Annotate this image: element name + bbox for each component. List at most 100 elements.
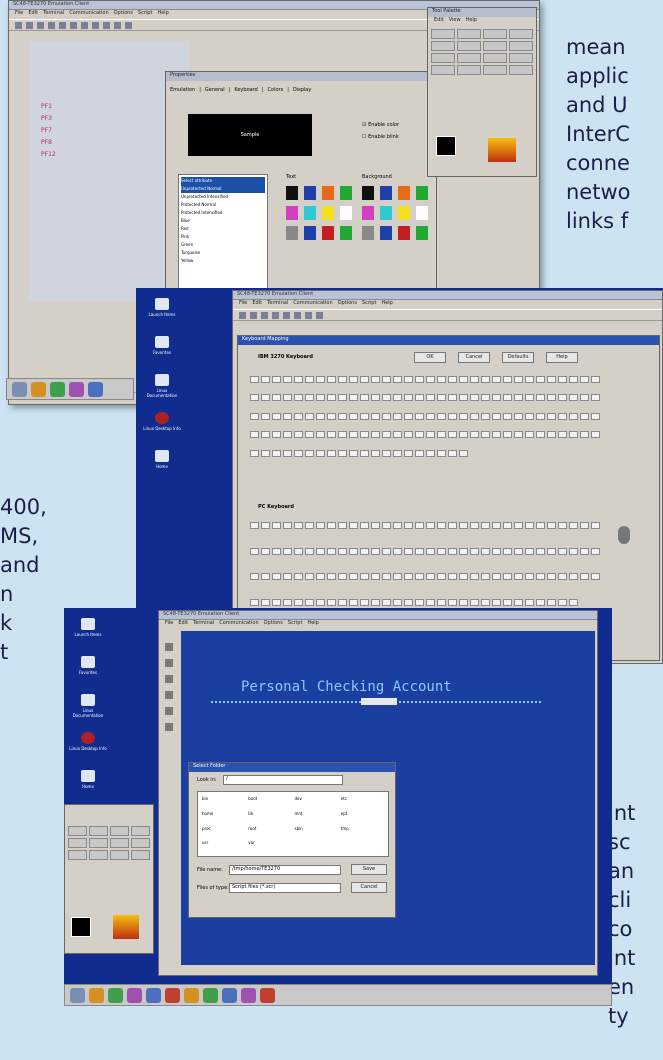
keyboard-key[interactable] [305, 431, 314, 439]
keyboard-key[interactable] [349, 522, 358, 529]
keyboard-key[interactable] [305, 376, 314, 383]
keyboard-key[interactable] [393, 573, 402, 580]
keyboard-key[interactable] [492, 431, 501, 439]
keyboard-key[interactable] [481, 394, 490, 402]
keyboard-key[interactable] [525, 394, 534, 402]
keyboard-key[interactable] [481, 376, 490, 383]
keyboard-key[interactable] [349, 376, 358, 383]
keyboard-key[interactable] [360, 598, 369, 606]
swatch[interactable] [416, 186, 428, 200]
keyboard-key[interactable] [558, 431, 567, 439]
keyboard-key[interactable] [448, 573, 457, 580]
keyboard-key[interactable] [382, 449, 391, 457]
keyboard-key[interactable] [382, 547, 391, 555]
swatch[interactable] [398, 226, 410, 240]
keyboard-key[interactable] [316, 573, 325, 580]
keyboard-key[interactable] [338, 598, 347, 606]
swatch[interactable] [340, 206, 352, 220]
menu-item[interactable]: Edit [252, 300, 262, 306]
keyboard-key[interactable] [503, 394, 512, 402]
keyboard-key[interactable] [514, 394, 523, 402]
keyboard-key[interactable] [426, 522, 435, 529]
swatch[interactable] [286, 206, 298, 220]
keyboard-key[interactable] [338, 449, 347, 457]
menu-item[interactable]: Options [264, 620, 283, 626]
keyboard-key[interactable] [459, 376, 468, 383]
taskbar-app-icon[interactable] [89, 988, 104, 1003]
swatch[interactable] [304, 206, 316, 220]
keyboard-key[interactable] [261, 376, 270, 383]
keyboard-key[interactable] [371, 394, 380, 402]
keyboard-key[interactable] [525, 412, 534, 420]
keyboard-key[interactable] [294, 412, 303, 420]
keyboard-key[interactable] [514, 547, 523, 555]
tool-icon[interactable] [165, 659, 173, 667]
keyboard-key[interactable] [569, 573, 578, 580]
keyboard-key[interactable] [316, 376, 325, 383]
keyboard-key[interactable] [393, 412, 402, 420]
color-swatch-fg[interactable] [436, 136, 456, 156]
brush-tool-icon[interactable] [110, 838, 129, 848]
swatch[interactable] [380, 186, 392, 200]
taskbar-app-icon[interactable] [12, 382, 27, 397]
keyboard-key[interactable] [536, 547, 545, 555]
list-item[interactable]: Unprotected Intensified [181, 193, 265, 201]
keyboard-key[interactable] [547, 522, 556, 529]
clone-tool-icon[interactable] [131, 850, 150, 860]
keyboard-key[interactable] [272, 376, 281, 383]
keyboard-key[interactable] [503, 547, 512, 555]
tool-icon[interactable] [165, 675, 173, 683]
keyboard-key[interactable] [536, 573, 545, 580]
select-tool-icon[interactable] [68, 826, 87, 836]
keyboard-key[interactable] [558, 394, 567, 402]
keyboard-key[interactable] [393, 449, 402, 457]
keyboard-key[interactable] [426, 394, 435, 402]
keyboard-key[interactable] [514, 573, 523, 580]
keyboard-key[interactable] [371, 431, 380, 439]
keyboard-key[interactable] [492, 412, 501, 420]
keyboard-key[interactable] [470, 573, 479, 580]
zoom-tool-icon[interactable] [110, 826, 129, 836]
tool-icon[interactable] [103, 22, 110, 29]
help-button[interactable]: Help [546, 352, 578, 363]
keyboard-key[interactable] [459, 394, 468, 402]
keyboard-key[interactable] [250, 522, 259, 529]
keyboard-key[interactable] [514, 412, 523, 420]
move-tool-icon[interactable] [431, 41, 455, 51]
menu-file[interactable]: File [15, 10, 23, 16]
menu-item[interactable]: Communication [219, 620, 258, 626]
keyboard-key[interactable] [294, 522, 303, 529]
keyboard-key[interactable] [437, 412, 446, 420]
keyboard-key[interactable] [481, 573, 490, 580]
tool-icon[interactable] [250, 312, 257, 319]
taskbar-app-icon[interactable] [260, 988, 275, 1003]
keyboard-key[interactable] [437, 449, 446, 457]
folder-item[interactable]: sbin [295, 826, 338, 838]
keyboard-key[interactable] [349, 573, 358, 580]
fill-tool-icon[interactable] [131, 838, 150, 848]
keyboard-key[interactable] [294, 431, 303, 439]
desktop-icon-info[interactable]: Linux Desktop Info [142, 412, 182, 431]
keyboard-key[interactable] [294, 573, 303, 580]
color-swatch-fg[interactable] [71, 917, 91, 937]
keyboard-key[interactable] [547, 547, 556, 555]
keyboard-key[interactable] [580, 522, 589, 529]
menu-item[interactable]: Edit [178, 620, 188, 626]
desktop-icon-launch[interactable]: Launch Items [68, 618, 108, 637]
folder-item[interactable]: home [202, 811, 245, 823]
gradient-icon[interactable] [113, 915, 139, 939]
keyboard-key[interactable] [360, 573, 369, 580]
keyboard-key[interactable] [316, 394, 325, 402]
keyboard-key[interactable] [393, 522, 402, 529]
keyboard-key[interactable] [426, 376, 435, 383]
tool-icon[interactable] [125, 22, 132, 29]
tool-icon[interactable] [272, 312, 279, 319]
tool-icon[interactable] [26, 22, 33, 29]
swatch[interactable] [362, 186, 374, 200]
keyboard-key[interactable] [426, 412, 435, 420]
keyboard-key[interactable] [503, 431, 512, 439]
tool-icon[interactable] [239, 312, 246, 319]
desktop-icon-home[interactable]: Home [142, 450, 182, 469]
keyboard-key[interactable] [272, 522, 281, 529]
keyboard-key[interactable] [261, 522, 270, 529]
